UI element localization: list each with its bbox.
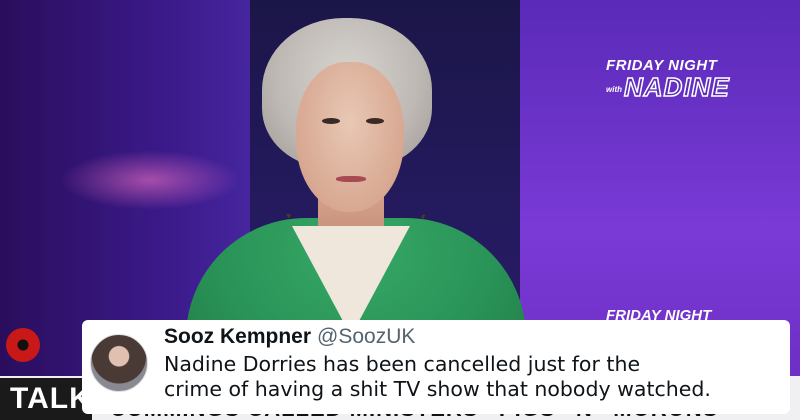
presenter-mouth (336, 176, 366, 182)
avatar[interactable] (90, 334, 148, 392)
poppy-icon (6, 328, 40, 362)
tweet-handle[interactable]: @SoozUK (317, 325, 415, 348)
tweet-card[interactable]: Sooz Kempner @SoozUK Nadine Dorries has b… (82, 320, 790, 414)
tweet-text-line2: crime of having a shit TV show that nobo… (164, 377, 711, 401)
tweet-header: Sooz Kempner @SoozUK (164, 324, 415, 350)
presenter-face (296, 62, 404, 212)
tweet-display-name[interactable]: Sooz Kempner (164, 325, 311, 348)
presenter-eye-right (366, 118, 384, 124)
stage-light (60, 150, 240, 210)
presenter-eye-left (322, 118, 340, 124)
show-logo-name: NADINE (623, 72, 730, 102)
tweet-text-line1: Nadine Dorries has been cancelled just f… (164, 352, 641, 376)
show-logo-with: with (606, 85, 622, 94)
show-logo: FRIDAY NIGHT with NADINE (606, 58, 786, 108)
tweet-text: Nadine Dorries has been cancelled just f… (164, 352, 784, 402)
channel-logo: TALK (0, 378, 92, 420)
